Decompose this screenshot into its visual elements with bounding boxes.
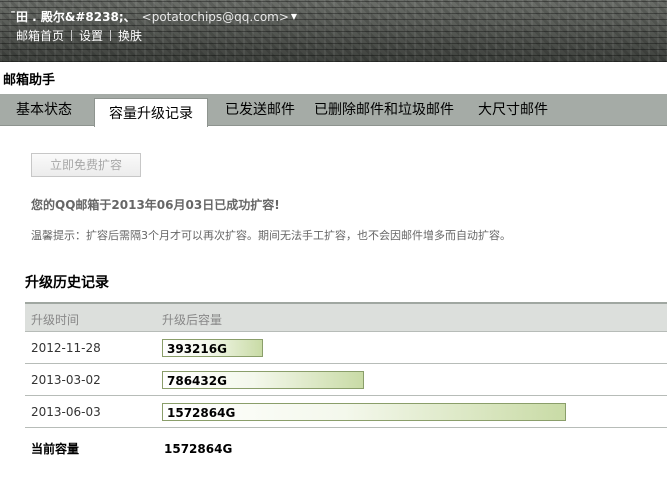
capacity-bar-track: 393216G	[162, 339, 566, 357]
current-capacity-label: 当前容量	[31, 442, 80, 456]
capacity-bar-track: 1572864G	[162, 403, 566, 421]
capacity-bar: 786432G	[162, 371, 364, 389]
tab-basic-status[interactable]: 基本状态	[16, 99, 72, 119]
tab-bar: 基本状态 容量升级记录 已发送邮件 已删除邮件和垃圾邮件 大尺寸邮件	[0, 94, 667, 127]
table-row: 2012-11-28 393216G	[25, 332, 667, 364]
header-banner: ¯田 . 殿尔&#8238;、 <potatochips@qq.com> ▼ 邮…	[0, 0, 667, 62]
user-email: <potatochips@qq.com>	[141, 9, 289, 24]
success-message: 您的QQ邮箱于2013年06月03日已成功扩容!	[31, 198, 280, 212]
user-name: ¯田 . 殿尔&#8238;、	[10, 10, 136, 24]
capacity-bar-track: 786432G	[162, 371, 566, 389]
tab-sent-mail[interactable]: 已发送邮件	[225, 99, 295, 119]
table-header: 升级时间 升级后容量	[25, 302, 667, 332]
row-date: 2012-11-28	[31, 341, 101, 355]
nav-divider	[71, 30, 73, 41]
nav-divider	[110, 30, 112, 41]
history-title: 升级历史记录	[25, 275, 109, 291]
capacity-bar-label: 1572864G	[167, 406, 236, 420]
free-expand-button[interactable]: 立即免费扩容	[31, 153, 141, 177]
table-row: 2013-03-02 786432G	[25, 364, 667, 396]
tab-large-mail[interactable]: 大尺寸邮件	[478, 99, 548, 119]
tip-message: 温馨提示：扩容后需隔3个月才可以再次扩容。期间无法手工扩容，也不会因邮件增多而自…	[31, 229, 511, 242]
top-nav: 邮箱首页 设置 换肤	[16, 27, 142, 44]
column-header-time: 升级时间	[31, 313, 80, 327]
tab-deleted-and-spam[interactable]: 已删除邮件和垃圾邮件	[314, 99, 454, 119]
nav-settings[interactable]: 设置	[79, 27, 103, 44]
current-capacity-value: 1572864G	[164, 442, 233, 456]
row-date: 2013-03-02	[31, 373, 101, 387]
nav-skin[interactable]: 换肤	[118, 27, 142, 44]
upgrade-history-table: 升级时间 升级后容量 2012-11-28 393216G 2013-03-02…	[25, 302, 667, 464]
table-row: 2013-06-03 1572864G	[25, 396, 667, 428]
current-capacity-row: 当前容量 1572864G	[25, 428, 667, 464]
account-switcher[interactable]: ¯田 . 殿尔&#8238;、 <potatochips@qq.com> ▼	[10, 8, 297, 25]
capacity-bar: 393216G	[162, 339, 263, 357]
capacity-bar-label: 786432G	[167, 374, 227, 388]
page-title: 邮箱助手	[3, 73, 56, 88]
tab-capacity-upgrade-history[interactable]: 容量升级记录	[94, 98, 208, 127]
column-header-capacity: 升级后容量	[162, 313, 223, 327]
row-date: 2013-06-03	[31, 405, 101, 419]
capacity-bar-label: 393216G	[167, 342, 227, 356]
chevron-down-icon[interactable]: ▼	[291, 12, 297, 21]
nav-mailbox-home[interactable]: 邮箱首页	[16, 27, 64, 44]
capacity-bar: 1572864G	[162, 403, 566, 421]
